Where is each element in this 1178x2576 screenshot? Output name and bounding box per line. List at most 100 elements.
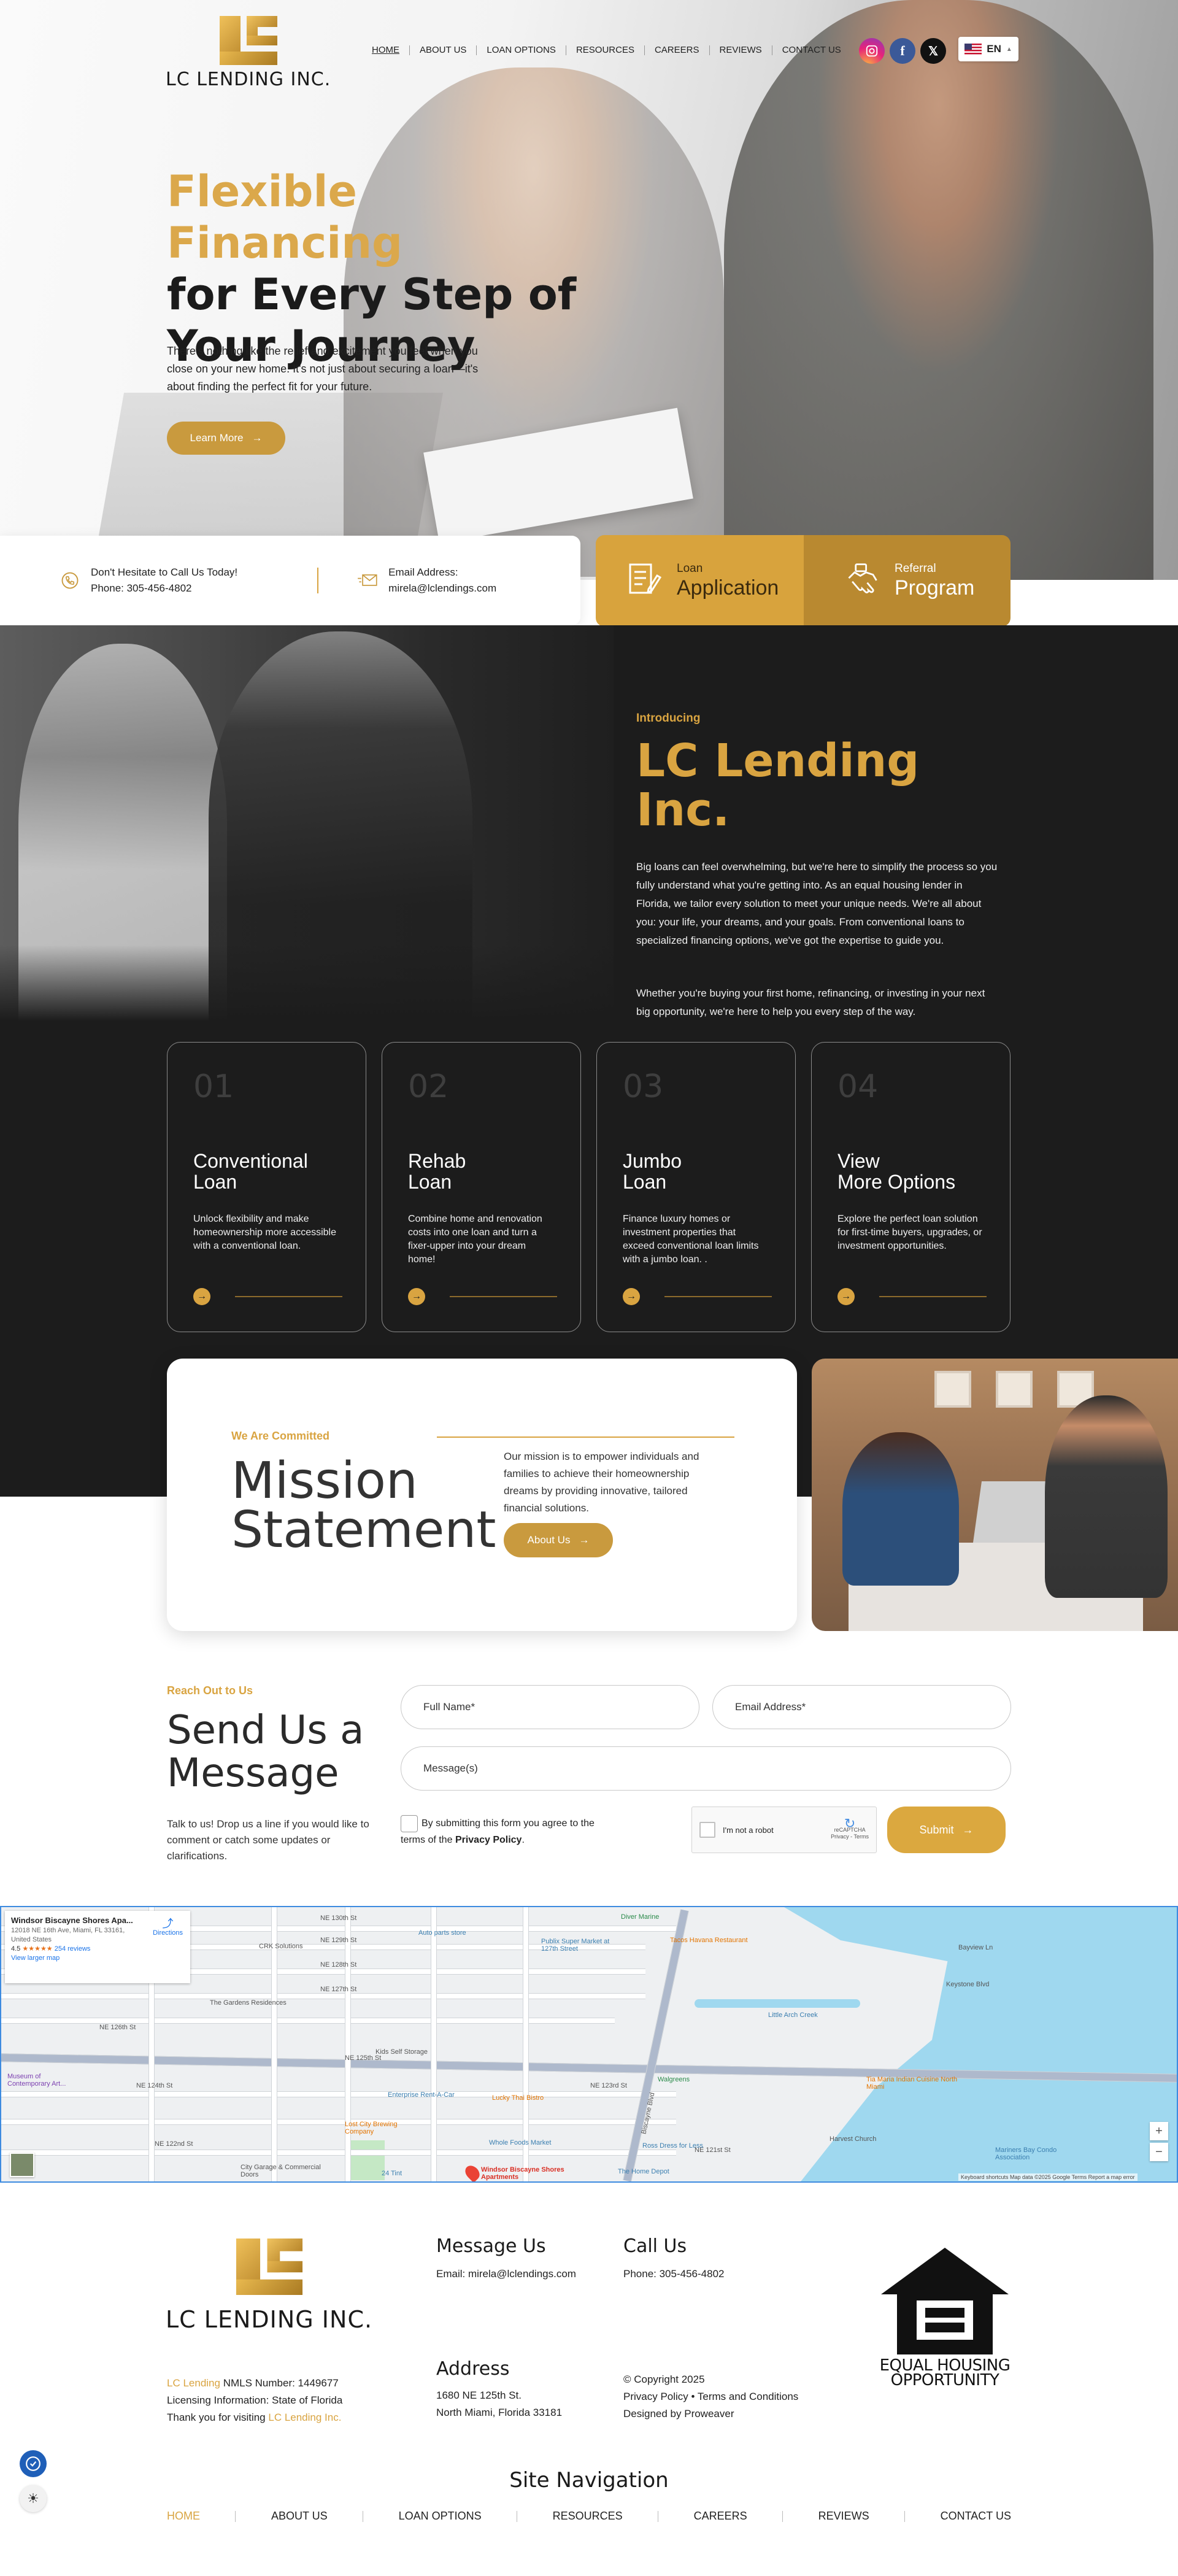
poi-label[interactable]: Lucky Thai Bistro bbox=[492, 2094, 544, 2102]
loan-card-more-options[interactable]: 04 View More Options Explore the perfect … bbox=[811, 1042, 1011, 1332]
message-field[interactable]: Message(s) bbox=[401, 1746, 1011, 1791]
card-title: Conventional bbox=[193, 1150, 308, 1172]
poi-label[interactable]: The Gardens Residences bbox=[210, 1999, 287, 2007]
footer-nav-home[interactable]: HOME bbox=[167, 2510, 200, 2523]
card-title-2: Loan bbox=[408, 1171, 452, 1193]
footer-nav-about-us[interactable]: ABOUT US bbox=[271, 2510, 328, 2523]
nav-contact-us[interactable]: CONTACT US bbox=[771, 45, 851, 55]
facebook-icon[interactable]: f bbox=[890, 38, 915, 64]
nav-reviews[interactable]: REVIEWS bbox=[709, 45, 772, 55]
map-place-card: Windsor Biscayne Shores Apa... 12018 NE … bbox=[5, 1911, 190, 1983]
arrow-right-icon[interactable]: → bbox=[193, 1288, 210, 1305]
loan-card-jumbo[interactable]: 03 Jumbo Loan Finance luxury homes or inv… bbox=[596, 1042, 796, 1332]
zoom-out-button[interactable]: − bbox=[1150, 2143, 1168, 2161]
logo-text: LC LENDING INC. bbox=[166, 69, 331, 90]
poi-label[interactable]: Publix Super Market at 127th Street bbox=[541, 1938, 615, 1953]
mission-title-line2: Statement bbox=[231, 1501, 496, 1559]
accessibility-icon[interactable] bbox=[20, 2450, 47, 2477]
form-title-line2: Message bbox=[167, 1751, 339, 1796]
poi-label[interactable]: 24 Tint bbox=[382, 2170, 402, 2177]
footer-phone[interactable]: Phone: 305-456-4802 bbox=[623, 2266, 724, 2283]
intro-title: LC Lending Inc. bbox=[636, 735, 920, 836]
footer-email[interactable]: Email: mirela@lclendings.com bbox=[436, 2266, 576, 2283]
recaptcha-checkbox[interactable] bbox=[699, 1822, 715, 1838]
card-title: View bbox=[837, 1150, 880, 1172]
poi-label[interactable]: Auto parts store bbox=[418, 1929, 466, 1937]
submit-label: Submit bbox=[919, 1823, 954, 1836]
recaptcha-widget[interactable]: I'm not a robot ↻ reCAPTCHA Privacy - Te… bbox=[691, 1807, 877, 1853]
footer-nav-reviews[interactable]: REVIEWS bbox=[818, 2510, 869, 2523]
poi-label[interactable]: The Home Depot bbox=[618, 2168, 669, 2175]
loan-card-conventional[interactable]: 01 Conventional Loan Unlock flexibility a… bbox=[167, 1042, 366, 1332]
street-label: NE 127th St bbox=[320, 1986, 357, 1993]
poi-label[interactable]: Mariners Bay Condo Association bbox=[995, 2146, 1075, 2161]
about-us-button[interactable]: About Us → bbox=[504, 1523, 613, 1557]
poi-label[interactable]: Harvest Church bbox=[830, 2135, 876, 2143]
phone-contact[interactable]: Don't Hesitate to Call Us Today! Phone: … bbox=[59, 565, 237, 596]
loan-application-button[interactable]: Loan Application bbox=[596, 535, 804, 627]
legal-links[interactable]: Privacy Policy • Terms and Conditions bbox=[623, 2388, 798, 2405]
poi-label[interactable]: Kids Self Storage bbox=[375, 2048, 428, 2056]
email-contact[interactable]: Email Address: mirela@lclendings.com bbox=[356, 565, 496, 596]
referral-program-button[interactable]: Referral Program bbox=[804, 535, 1011, 627]
card-number: 01 bbox=[193, 1068, 234, 1105]
privacy-policy-link[interactable]: Privacy Policy bbox=[455, 1835, 522, 1845]
poi-label[interactable]: CRK Solutions bbox=[259, 1943, 303, 1950]
instagram-icon[interactable] bbox=[859, 38, 885, 64]
loan-card-rehab[interactable]: 02 Rehab Loan Combine home and renovation… bbox=[382, 1042, 581, 1332]
full-name-field[interactable]: Full Name* bbox=[401, 1685, 699, 1729]
nav-careers[interactable]: CAREERS bbox=[644, 45, 709, 55]
map-attribution[interactable]: Keyboard shortcuts Map data ©2025 Google… bbox=[958, 2173, 1138, 2181]
arrow-right-icon: → bbox=[962, 1823, 974, 1836]
footer-nav-resources[interactable]: RESOURCES bbox=[553, 2510, 623, 2523]
nav-about-us[interactable]: ABOUT US bbox=[409, 45, 476, 55]
header-logo[interactable]: LC LENDING INC. bbox=[166, 16, 331, 90]
map-pin-icon[interactable] bbox=[462, 2162, 483, 2181]
poi-label[interactable]: Museum of Contemporary Art... bbox=[7, 2073, 81, 2088]
zoom-in-button[interactable]: + bbox=[1150, 2122, 1168, 2140]
arrow-right-icon[interactable]: → bbox=[408, 1288, 425, 1305]
nav-resources[interactable]: RESOURCES bbox=[565, 45, 644, 55]
x-twitter-icon[interactable]: 𝕏 bbox=[920, 38, 946, 64]
nav-home[interactable]: HOME bbox=[362, 45, 409, 55]
thanks-brand: LC Lending Inc. bbox=[268, 2412, 342, 2423]
poi-label[interactable]: Tacos Havana Restaurant bbox=[670, 1937, 748, 1944]
poi-label[interactable]: Enterprise Rent-A-Car bbox=[388, 2091, 455, 2099]
email-placeholder: Email Address* bbox=[735, 1701, 806, 1713]
poi-label[interactable]: City Garage & Commercial Doors bbox=[241, 2164, 326, 2178]
email-label: Email Address: bbox=[388, 566, 458, 578]
footer-nav-loan-options[interactable]: LOAN OPTIONS bbox=[399, 2510, 482, 2523]
poi-label[interactable]: Lost City Brewing Company bbox=[345, 2121, 418, 2135]
contrast-toggle-icon[interactable]: ☀ bbox=[20, 2485, 47, 2512]
poi-label[interactable]: Ross Dress for Less bbox=[642, 2142, 703, 2150]
learn-more-button[interactable]: Learn More → bbox=[167, 422, 285, 455]
reviews-link[interactable]: 254 reviews bbox=[55, 1945, 91, 1953]
poi-label[interactable]: Tia Maria Indian Cuisine North Miami bbox=[866, 2076, 958, 2091]
form-title: Send Us a Message bbox=[167, 1709, 388, 1795]
card-line bbox=[664, 1296, 772, 1297]
email-field[interactable]: Email Address* bbox=[712, 1685, 1011, 1729]
poi-label[interactable]: Walgreens bbox=[658, 2076, 690, 2083]
arrow-right-icon[interactable]: → bbox=[837, 1288, 855, 1305]
footer-nav-careers[interactable]: CAREERS bbox=[694, 2510, 747, 2523]
thanks-text: Thank you for visiting bbox=[167, 2412, 269, 2423]
poi-label[interactable]: Whole Foods Market bbox=[489, 2139, 551, 2146]
footer-logo[interactable]: LC LENDING INC. bbox=[166, 2239, 372, 2333]
poi-label[interactable]: Diver Marine bbox=[621, 1913, 659, 1921]
larger-map-link[interactable]: View larger map bbox=[11, 1954, 184, 1963]
nav-loan-options[interactable]: LOAN OPTIONS bbox=[476, 45, 566, 55]
map-park bbox=[351, 2140, 385, 2180]
submit-button[interactable]: Submit → bbox=[887, 1807, 1006, 1853]
wall-frame bbox=[996, 1371, 1033, 1408]
consent-checkbox[interactable] bbox=[401, 1815, 418, 1832]
directions-button[interactable]: ⤴ Directions bbox=[153, 1918, 183, 1938]
eho-line-2: OPPORTUNITY bbox=[890, 2371, 999, 2389]
designed-by[interactable]: Designed by Proweaver bbox=[623, 2405, 798, 2423]
satellite-toggle[interactable] bbox=[10, 2153, 34, 2177]
form-label: Reach Out to Us bbox=[167, 1684, 253, 1697]
arrow-right-icon[interactable]: → bbox=[623, 1288, 640, 1305]
site-navigation-title: Site Navigation bbox=[509, 2468, 669, 2493]
footer-nav-contact-us[interactable]: CONTACT US bbox=[941, 2510, 1011, 2523]
mission-label: We Are Committed bbox=[231, 1430, 330, 1442]
language-selector[interactable]: EN ▲ bbox=[958, 37, 1018, 61]
